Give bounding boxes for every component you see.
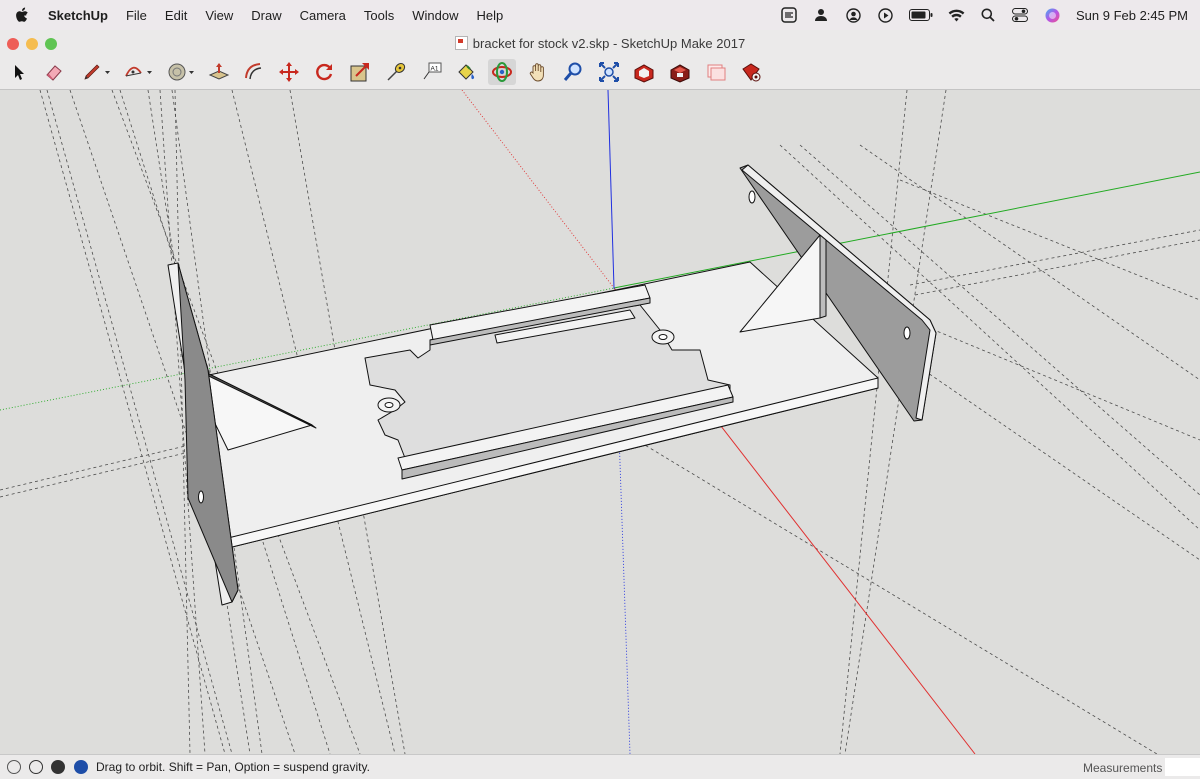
paint-bucket-icon [458,64,475,80]
search-icon[interactable] [980,7,997,24]
magnifier-icon [563,62,582,81]
svg-text:A1: A1 [431,65,439,72]
window-title-text: bracket for stock v2.skp - SketchUp Make… [472,36,746,51]
window-title-bar: bracket for stock v2.skp - SketchUp Make… [0,30,1200,56]
zoom-tool-button[interactable] [559,59,587,85]
status-message: Drag to orbit. Shift = Pan, Option = sus… [96,760,370,774]
blue-axis [607,90,615,289]
menu-view[interactable]: View [196,8,242,23]
right-plate-hole-bottom [903,326,911,340]
offset-icon [245,63,262,80]
extension-manager-button[interactable] [737,59,765,85]
extension-warehouse-button[interactable] [666,59,694,85]
move-arrows-icon [279,62,299,82]
menu-draw[interactable]: Draw [242,8,290,23]
move-tool-button[interactable] [275,59,303,85]
account-icon[interactable] [51,760,65,774]
rotate-tool-button[interactable] [310,59,338,85]
shapes-tool-button[interactable] [162,59,198,85]
scale-tool-button[interactable] [346,59,374,85]
eraser-icon [46,65,62,81]
credits-info-icon[interactable] [29,760,43,774]
menu-file[interactable]: File [117,8,156,23]
document-icon [454,36,468,50]
rotate-icon [316,63,333,81]
arc-icon [125,66,152,77]
menu-edit[interactable]: Edit [156,8,196,23]
hand-icon [529,63,544,82]
push-pull-icon [208,63,230,80]
geo-location-icon[interactable] [7,760,21,774]
bracket-model[interactable] [167,164,937,606]
push-pull-tool-button[interactable] [205,59,233,85]
orbit-icon [492,62,512,82]
apple-logo-icon[interactable] [0,7,44,23]
circle-shape-icon [168,63,194,81]
text-label-icon: A1 [423,62,442,80]
green-axis [613,171,1200,289]
scale-icon [350,63,369,82]
eraser-tool-button[interactable] [40,59,68,85]
model-canvas[interactable] [0,90,1200,754]
line-tool-button[interactable] [78,59,114,85]
menu-help[interactable]: Help [467,8,512,23]
window-title: bracket for stock v2.skp - SketchUp Make… [0,36,1200,51]
3d-warehouse-button[interactable] [630,59,658,85]
pan-tool-button[interactable] [524,59,552,85]
play-circle-icon[interactable] [877,7,894,24]
orbit-tool-button[interactable] [488,59,516,85]
menu-tools[interactable]: Tools [355,8,403,23]
measurements-label: Measurements [1083,761,1163,775]
zoom-extents-tool-button[interactable] [595,59,623,85]
paint-bucket-tool-button[interactable] [452,59,480,85]
red-axis-dotted [461,90,615,289]
extension-warehouse-icon [670,64,690,83]
measurements-input[interactable] [1165,758,1200,776]
battery-icon[interactable] [908,7,933,24]
extension-manager-icon [742,63,761,82]
instructor-help-icon[interactable] [74,760,88,774]
siri-icon[interactable] [1044,7,1061,24]
pencil-icon [84,64,110,80]
menu-app-name[interactable]: SketchUp [44,8,117,23]
account-circle-icon[interactable] [845,7,862,24]
text-tool-button[interactable]: A1 [418,59,446,85]
menu-window[interactable]: Window [403,8,467,23]
wifi-icon[interactable] [948,7,965,24]
menu-clock[interactable]: Sun 9 Feb 2:45 PM [1076,8,1188,23]
layout-button[interactable] [702,59,730,85]
sketchup-extension-icon[interactable] [781,7,798,24]
tape-measure-tool-button[interactable] [382,59,410,85]
offset-tool-button[interactable] [240,59,268,85]
user-icon[interactable] [813,7,830,24]
toolbar: A1 [0,56,1200,90]
status-menu-area: Sun 9 Feb 2:45 PM [781,0,1188,30]
status-bar: Drag to orbit. Shift = Pan, Option = sus… [0,754,1200,779]
menu-bar: SketchUp File Edit View Draw Camera Tool… [0,0,1200,30]
left-plate-hole [198,490,204,504]
zoom-extents-icon [599,62,619,82]
layout-icon [707,64,726,81]
control-center-icon[interactable] [1012,7,1029,24]
select-tool-button[interactable] [4,59,32,85]
arc-tool-button[interactable] [120,59,156,85]
menu-camera[interactable]: Camera [291,8,355,23]
right-plate-hole-top [748,190,756,204]
arrow-cursor-icon [15,65,24,80]
warehouse-icon [634,64,654,83]
model-viewport[interactable] [0,90,1200,754]
tape-measure-icon [387,63,406,81]
